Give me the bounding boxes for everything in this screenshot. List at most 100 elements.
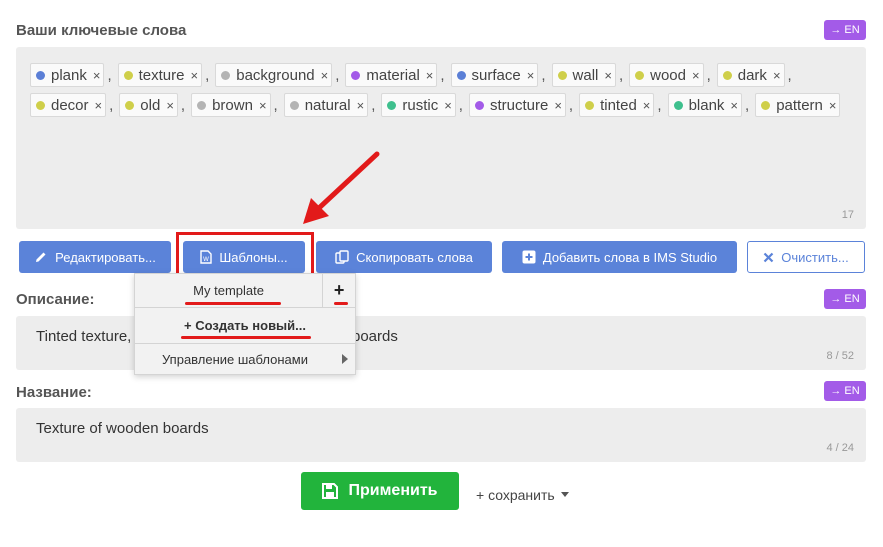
keyword-separator: , — [657, 96, 662, 114]
remove-keyword-icon[interactable]: × — [166, 98, 174, 113]
keyword-item: natural ×, — [283, 93, 382, 117]
keyword-item: brown ×, — [191, 93, 284, 117]
keyword-separator: , — [107, 66, 112, 84]
clear-button[interactable]: Очистить... — [747, 241, 865, 273]
name-translate-badge[interactable]: → EN — [824, 381, 866, 401]
keywords-translate-badge[interactable]: → EN — [824, 20, 866, 40]
keyword-label: wood — [650, 66, 686, 84]
description-title: Описание: — [16, 291, 95, 308]
keyword-label: old — [140, 96, 161, 114]
keyword-label: pattern — [776, 96, 823, 114]
keyword-tag[interactable]: background × — [215, 63, 333, 87]
keyword-label: blank — [688, 96, 725, 114]
copy-icon — [335, 250, 349, 264]
keyword-tag[interactable]: dark × — [716, 63, 785, 87]
remove-keyword-icon[interactable]: × — [357, 98, 365, 113]
keyword-tag[interactable]: blank × — [667, 93, 743, 117]
annotation-underline — [334, 302, 348, 305]
keyword-item: texture ×, — [117, 63, 216, 87]
save-dropdown[interactable]: + сохранить — [476, 487, 569, 503]
plus-square-icon — [522, 250, 536, 264]
edit-button-label: Редактировать... — [55, 249, 156, 265]
keyword-separator: , — [458, 96, 463, 114]
annotation-underline — [185, 302, 281, 305]
divider — [135, 343, 355, 344]
save-label: + сохранить — [476, 487, 555, 503]
keyword-tag[interactable]: pattern × — [755, 93, 841, 117]
chevron-down-icon — [560, 492, 569, 497]
keywords-title: Ваши ключевые слова — [16, 22, 187, 39]
keyword-separator: , — [745, 96, 750, 114]
close-icon — [764, 252, 774, 262]
keyword-separator: , — [273, 96, 278, 114]
keyword-tag[interactable]: wood × — [629, 63, 704, 87]
save-disk-icon — [322, 483, 339, 499]
description-translate-badge[interactable]: → EN — [824, 289, 866, 309]
remove-keyword-icon[interactable]: × — [259, 98, 267, 113]
keywords-panel[interactable]: plank ×, texture ×, background ×, material ×, su… — [16, 47, 866, 229]
remove-keyword-icon[interactable]: × — [93, 68, 101, 83]
keyword-tag[interactable]: plank × — [30, 63, 105, 87]
keyword-label: dark — [737, 66, 767, 84]
remove-keyword-icon[interactable]: × — [829, 98, 837, 113]
keyword-color-dot-icon — [197, 100, 207, 110]
keyword-color-dot-icon — [36, 100, 45, 110]
keyword-tag[interactable]: wall × — [551, 63, 616, 87]
keyword-tag[interactable]: texture × — [117, 63, 203, 87]
manage-templates-item[interactable]: Управление шаблонами — [135, 347, 355, 371]
keyword-separator: , — [440, 66, 445, 84]
keyword-color-dot-icon — [289, 100, 299, 110]
keyword-color-dot-icon — [456, 70, 466, 80]
keyword-separator: , — [568, 96, 574, 114]
keyword-separator: , — [706, 66, 711, 84]
keyword-separator: , — [371, 96, 376, 114]
remove-keyword-icon[interactable]: × — [730, 98, 738, 113]
remove-keyword-icon[interactable]: × — [604, 68, 612, 83]
keyword-label: background — [236, 66, 315, 84]
keyword-label: brown — [212, 96, 253, 114]
keyword-tag[interactable]: tinted × — [579, 93, 655, 117]
keyword-color-dot-icon — [125, 100, 135, 110]
remove-keyword-icon[interactable]: × — [692, 68, 700, 83]
keyword-tag[interactable]: surface × — [450, 63, 539, 87]
keyword-tag[interactable]: material × — [345, 63, 438, 87]
remove-keyword-icon[interactable]: × — [190, 68, 198, 83]
keyword-tag[interactable]: brown × — [191, 93, 271, 117]
add-to-ims-button[interactable]: Добавить слова в IMS Studio — [502, 241, 737, 273]
keyword-item: dark ×, — [716, 63, 798, 87]
remove-keyword-icon[interactable]: × — [527, 68, 535, 83]
apply-button[interactable]: Применить — [301, 472, 459, 510]
keyword-item: structure ×, — [468, 93, 579, 117]
keyword-item: background ×, — [215, 63, 345, 87]
clear-button-label: Очистить... — [781, 249, 849, 265]
templates-dropdown: My template + + Создать новый... Управле… — [134, 273, 356, 375]
create-new-template-item[interactable]: + Создать новый... — [135, 312, 355, 338]
apply-button-label: Применить — [348, 482, 438, 499]
keyword-color-dot-icon — [387, 100, 397, 110]
keyword-label: wall — [572, 66, 599, 84]
keyword-tag[interactable]: rustic × — [381, 93, 456, 117]
name-field[interactable]: Texture of wooden boards 4 / 24 — [16, 408, 866, 462]
keyword-tag[interactable]: natural × — [283, 93, 369, 117]
remove-keyword-icon[interactable]: × — [773, 68, 781, 83]
remove-keyword-icon[interactable]: × — [321, 68, 329, 83]
remove-keyword-icon[interactable]: × — [444, 98, 452, 113]
create-new-template-label: + Создать новый... — [184, 317, 306, 333]
remove-keyword-icon[interactable]: × — [643, 98, 651, 113]
copy-words-button[interactable]: Скопировать слова — [316, 241, 492, 273]
keyword-separator: , — [109, 96, 114, 114]
add-to-ims-label: Добавить слова в IMS Studio — [542, 249, 718, 265]
remove-keyword-icon[interactable]: × — [426, 68, 434, 83]
edit-button[interactable]: Редактировать... — [19, 241, 171, 273]
keyword-item: rustic ×, — [381, 93, 469, 117]
remove-keyword-icon[interactable]: × — [554, 98, 562, 113]
remove-keyword-icon[interactable]: × — [95, 98, 103, 113]
keyword-item: decor ×, — [30, 93, 119, 117]
keyword-color-dot-icon — [474, 100, 484, 110]
keyword-tag[interactable]: decor × — [30, 93, 107, 117]
name-value: Texture of wooden boards — [36, 420, 209, 437]
keyword-tag[interactable]: structure × — [468, 93, 566, 117]
keyword-item: wood ×, — [629, 63, 717, 87]
keyword-color-dot-icon — [123, 70, 133, 80]
keyword-tag[interactable]: old × — [119, 93, 178, 117]
